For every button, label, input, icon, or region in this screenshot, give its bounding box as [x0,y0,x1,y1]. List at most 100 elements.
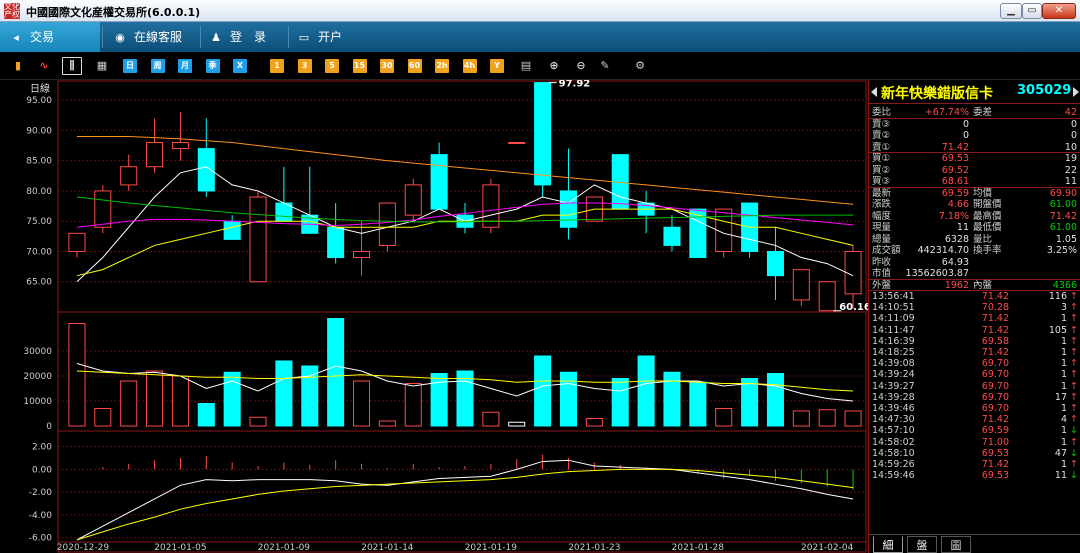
up-arrow-icon: ↑ [1070,347,1078,358]
macd-tick-label: 0.00 [32,465,52,475]
window-title: 中國國際文化産權交易所(6.0.0.1) [26,6,201,19]
volume-bar [689,381,707,427]
quote-value: 7.18% [938,210,969,222]
volume-bar [534,355,552,427]
quote-value: 3.25% [1046,245,1077,256]
maximize-button[interactable]: ▭ [1022,3,1042,19]
minute-period-button[interactable]: 1 [270,59,284,73]
quote-label: 現量 [872,222,892,233]
tick-price: 69.70 [981,358,1009,370]
tick-row: 14:47:30 71.42 4 ↑ [869,414,1080,425]
minute-period-button[interactable]: 3 [297,59,312,73]
tick-row: 14:57:10 69.59 1 ↓ [869,425,1080,436]
high-price-label: 97.92 [559,80,591,90]
tick-row: 14:39:28 69.70 17 ↑ [869,392,1080,403]
zoom-in-icon[interactable]: ⊕ [546,59,562,73]
candle [766,250,784,277]
prev-stock-arrow-icon[interactable] [871,87,877,97]
date-axis-label: 2021-01-14 [361,543,414,553]
minute-period-button[interactable]: 4h [462,59,477,73]
tick-time: 13:56:41 [872,291,915,302]
candlestick-icon[interactable]: ⫼ [62,57,82,75]
quote-label: 委比 [872,107,892,118]
minute-period-button[interactable]: 2h [435,59,449,73]
tick-time: 14:16:39 [872,335,915,347]
minute-period-button[interactable]: 15 [352,59,367,73]
macd-dif-line [76,459,854,541]
tick-price: 69.70 [981,369,1009,381]
tick-time: 14:39:28 [872,391,915,403]
tick-price: 71.42 [981,313,1009,325]
line-chart-icon[interactable]: ∿ [36,59,52,73]
quote-label: 外盤 [872,279,892,291]
tick-row: 14:59:26 71.42 1 ↑ [869,459,1080,470]
stock-code: 305029 [1017,83,1072,98]
date-axis-label: 2021-01-05 [154,543,206,553]
menu-login[interactable]: ♟ 登 录 [200,22,286,52]
panel-tab[interactable]: 圖 [941,536,971,553]
notes-icon[interactable]: ▤ [518,59,534,73]
tick-volume: 4 [1060,414,1067,426]
sell-price: 0 [962,130,969,141]
tick-price: 69.70 [981,391,1009,403]
up-arrow-icon: ↑ [1070,358,1078,370]
minute-period-button[interactable]: 30 [380,59,394,73]
volume-bar [430,373,448,427]
stats-row: 現量 11 最低價 61.00 [869,222,1080,233]
prev-close-row: 昨收 64.93 [869,257,1080,268]
minute-period-button[interactable]: Y [490,59,504,73]
tick-volume: 1 [1060,369,1067,381]
gear-icon[interactable]: ⚙ [632,59,648,73]
candle [120,166,138,186]
stats-row: 最新 69.59 均價 69.90 [869,188,1080,199]
panel-tab[interactable]: 盤 [907,536,937,553]
tick-time: 14:59:46 [872,470,915,482]
panel-tab[interactable]: 細 [873,536,903,553]
candle [818,281,836,312]
tick-time: 14:11:47 [872,324,915,336]
stats-row: 漲跌 4.66 開盤價 61.00 [869,199,1080,210]
calendar-icon[interactable]: ▦ [94,59,110,73]
tick-price: 71.42 [981,324,1009,336]
next-stock-arrow-icon[interactable] [1073,87,1079,97]
tick-price: 71.00 [981,436,1009,448]
up-arrow-icon: ↑ [1070,403,1078,414]
volume-bar [94,408,112,427]
minute-period-button[interactable]: 5 [325,59,339,73]
tick-time: 14:11:09 [872,313,915,325]
period-button[interactable]: X [233,59,247,73]
minute-period-button[interactable]: 60 [407,59,422,73]
tick-time: 14:58:10 [872,447,915,459]
volume-bar [146,370,164,427]
minimize-button[interactable]: ▁ [1000,3,1022,19]
stats-row: 總量 6328 量比 1.05 [869,234,1080,245]
quote-value: 64.93 [941,256,969,268]
kline-chart[interactable]: 日線95.00 90.00 85.00 80.00 75.00 70.00 65.00 97.… [0,80,868,553]
tick-time: 14:47:30 [872,414,915,426]
menu-online-service[interactable]: ◉ 在線客服 [104,22,198,52]
close-button[interactable]: ✕ [1042,3,1076,19]
volume-bar [327,318,345,427]
quote-label: 漲跌 [872,199,892,210]
quote-value: 6328 [944,233,969,245]
macd-tick-label: -4.00 [29,511,53,521]
candle [68,232,86,252]
period-button[interactable]: 季 [205,59,220,73]
period-button[interactable]: 月 [178,59,192,73]
tick-volume: 1 [1060,335,1067,347]
draw-pen-icon[interactable]: ✎ [597,59,613,73]
panel-tabs: 細盤圖 [869,534,1080,553]
period-button[interactable]: 周 [150,59,165,73]
tick-price: 70.28 [981,302,1009,314]
price-tick-label: 65.00 [26,278,52,288]
menu-trade[interactable]: ◂ 交易 [0,22,100,52]
buy-volume: 11 [1064,176,1077,187]
tick-row: 14:39:27 69.70 1 ↑ [869,381,1080,392]
period-button[interactable]: 日 [123,59,137,73]
quote-value: 69.59 [941,187,969,199]
candle [146,142,164,168]
quote-label: 買③ [872,176,891,187]
zoom-out-icon[interactable]: ⊖ [573,59,589,73]
menu-open-account[interactable]: ▭ 开户 [288,22,368,52]
bar-chart-icon[interactable]: ▮ [10,59,26,73]
